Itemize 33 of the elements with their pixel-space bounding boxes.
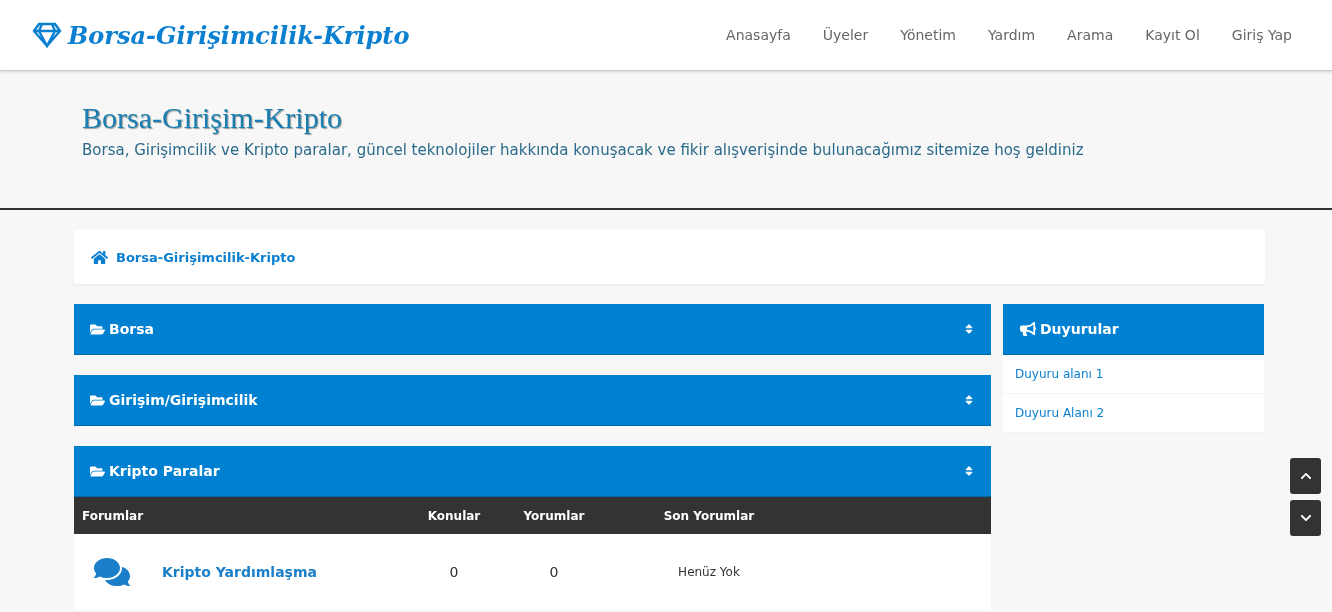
scroll-down-button[interactable]: [1290, 500, 1321, 536]
nav-link[interactable]: Kayıt Ol: [1129, 27, 1216, 43]
sort-toggle-icon[interactable]: [963, 465, 975, 477]
hero-subtitle: Borsa, Girişimcilik ve Kripto paralar, güncel teknolojiler hakkında konuşacak ve fikir alışverişinde bulunacağımız sitemize hoş geldiniz: [82, 140, 1085, 159]
sort-toggle-icon[interactable]: [963, 394, 975, 406]
sort-toggle-icon[interactable]: [963, 323, 975, 335]
category-link[interactable]: Borsa: [90, 321, 154, 337]
announcements-title: Duyurular: [1040, 321, 1119, 337]
column-header: Forumlar: [81, 508, 145, 523]
announcement-link[interactable]: Duyuru alanı 1: [1003, 355, 1264, 394]
column-header: Konular: [426, 508, 482, 523]
table-cell-text: 0: [548, 564, 560, 580]
diamond-icon: [32, 22, 62, 48]
nav-link[interactable]: Üyeler: [806, 27, 885, 43]
nav-link[interactable]: Yardım: [971, 27, 1052, 43]
megaphone-icon: [1020, 321, 1036, 337]
column-header: Yorumlar: [522, 508, 586, 523]
hero-title: Borsa-Girişim-Kripto: [82, 100, 343, 135]
announcement-link[interactable]: Duyuru Alanı 2: [1003, 394, 1264, 433]
table-cell-text: Henüz Yok: [677, 565, 741, 579]
home-icon: [91, 248, 108, 266]
nav-link[interactable]: Arama: [1051, 27, 1130, 43]
breadcrumb-link[interactable]: Borsa-Girişimcilik-Kripto: [116, 249, 296, 265]
nav-link[interactable]: Anasayfa: [710, 27, 807, 43]
nav-link[interactable]: Giriş Yap: [1215, 27, 1308, 43]
scroll-up-button[interactable]: [1290, 458, 1321, 494]
category-title: Borsa: [109, 321, 154, 337]
nav-link[interactable]: Yönetim: [884, 27, 972, 43]
column-header: Son Yorumlar: [662, 508, 756, 523]
forum-link[interactable]: Kripto Yardımlaşma: [162, 564, 317, 580]
table-cell-text: 0: [448, 564, 460, 580]
chevron-up-icon: [1299, 470, 1312, 482]
chevron-down-icon: [1299, 512, 1312, 524]
